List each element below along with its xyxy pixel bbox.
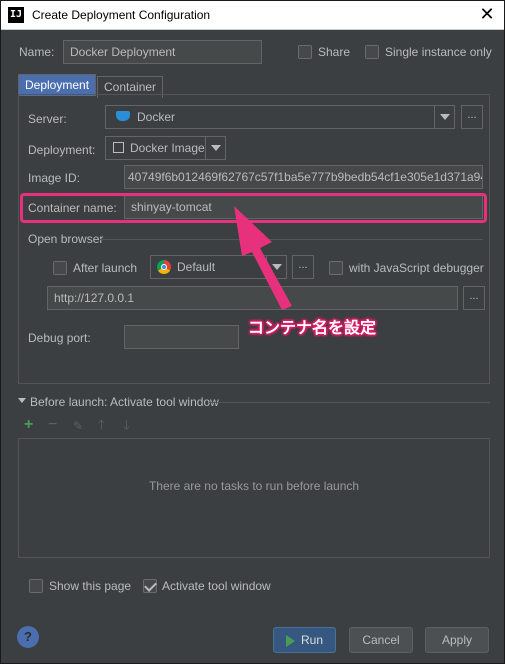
move-up-icon[interactable]: 🡑 <box>98 418 105 432</box>
docker-image-icon <box>113 142 124 153</box>
empty-tasks-message: There are no tasks to run before launch <box>148 479 360 493</box>
open-browser-section-label: Open browser <box>28 232 104 246</box>
edit-icon[interactable]: ✎ <box>73 419 83 433</box>
activate-tool-window-checkbox[interactable] <box>143 579 157 593</box>
deployment-value: Docker Image <box>130 141 205 155</box>
after-launch-checkbox[interactable] <box>53 261 67 275</box>
name-label: Name: <box>19 45 55 59</box>
server-value: Docker <box>137 110 176 124</box>
share-label: Share <box>318 45 351 59</box>
deployment-label: Deployment: <box>28 143 96 157</box>
show-this-page-label: Show this page <box>49 579 132 593</box>
deployment-combo[interactable]: Docker Image <box>105 136 226 160</box>
before-launch-label[interactable]: Before launch: Activate tool window <box>30 395 219 409</box>
share-checkbox[interactable] <box>298 45 312 59</box>
run-label: Run <box>300 633 323 647</box>
image-id-input[interactable]: 40749f6b012469f62767c57f1ba5e777b9bedb54… <box>124 165 483 189</box>
help-icon[interactable]: ? <box>17 626 39 648</box>
tab-deployment[interactable]: Deployment <box>18 74 97 96</box>
before-launch-separator <box>209 402 490 403</box>
move-down-icon[interactable]: 🡓 <box>123 418 130 432</box>
debug-port-label: Debug port: <box>28 331 91 345</box>
show-this-page-checkbox[interactable] <box>29 579 43 593</box>
remove-icon[interactable]: − <box>48 417 57 433</box>
url-ellipsis-button[interactable]: ... <box>463 286 485 310</box>
add-icon[interactable]: + <box>24 417 33 433</box>
debug-port-input[interactable] <box>124 325 239 349</box>
run-button[interactable]: Run <box>273 627 336 653</box>
chevron-down-icon[interactable] <box>205 137 225 159</box>
browser-value: Default <box>177 260 216 274</box>
activate-tool-window-label: Activate tool window <box>162 579 271 593</box>
chrome-icon <box>157 260 171 274</box>
collapse-triangle-icon[interactable] <box>18 398 26 403</box>
server-combo[interactable]: Docker <box>105 105 455 129</box>
title-bar: IJ Create Deployment Configuration ✕ <box>0 0 505 30</box>
server-label: Server: <box>28 112 67 126</box>
close-icon[interactable]: ✕ <box>477 4 497 24</box>
server-ellipsis-button[interactable]: ... <box>461 105 483 129</box>
annotation-callout: コンテナ名を設定 <box>248 320 377 337</box>
single-instance-checkbox[interactable] <box>365 45 379 59</box>
before-launch-task-list[interactable]: There are no tasks to run before launch <box>18 438 490 558</box>
docker-icon <box>116 111 130 121</box>
name-input[interactable]: Docker Deployment <box>63 40 262 64</box>
annotation-arrow <box>234 206 292 310</box>
image-id-label: Image ID: <box>28 171 81 185</box>
apply-button[interactable]: Apply <box>425 627 489 653</box>
after-launch-label: After launch <box>73 261 138 275</box>
chevron-down-icon[interactable] <box>434 106 454 128</box>
window-title: Create Deployment Configuration <box>32 8 211 22</box>
intellij-app-icon: IJ <box>8 7 24 23</box>
cancel-button[interactable]: Cancel <box>349 627 413 653</box>
play-icon <box>285 634 295 647</box>
js-debugger-label: with JavaScript debugger <box>349 261 484 275</box>
js-debugger-checkbox[interactable] <box>329 261 343 275</box>
single-instance-label: Single instance only <box>385 45 492 59</box>
